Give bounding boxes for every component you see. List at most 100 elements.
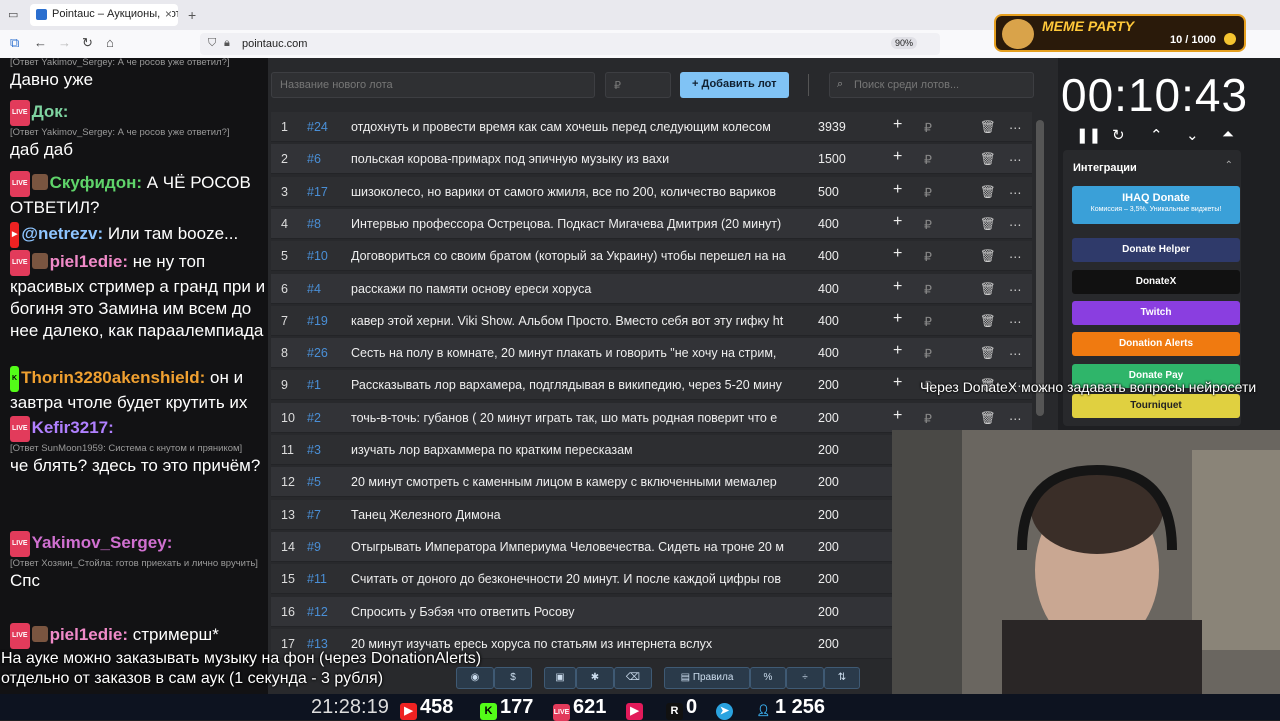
lot-row[interactable]: 8 #26 Сесть на полу в комнате, 20 минут пл…	[271, 338, 1032, 369]
lot-name[interactable]: кавер этой херни. Viki Show. Альбом Прос…	[351, 314, 791, 328]
shield-icon[interactable]: ⛉	[208, 37, 216, 50]
percent-icon[interactable]: %	[750, 667, 786, 689]
reload-icon[interactable]: ↻	[82, 35, 93, 51]
more-icon[interactable]: ⋯	[1009, 314, 1022, 329]
delete-icon[interactable]: 🗑︎	[980, 185, 996, 200]
lot-cost-input[interactable]: ₽	[605, 72, 671, 98]
back-icon[interactable]: ←	[34, 35, 47, 50]
lot-amount[interactable]: 200	[818, 443, 878, 457]
lot-name[interactable]: Договориться со своим братом (который за…	[351, 249, 791, 263]
add-amount-icon[interactable]: +	[893, 245, 902, 263]
lot-amount[interactable]: 400	[818, 346, 878, 360]
lot-name[interactable]: 20 минут смотреть с каменным лицом в кам…	[351, 475, 791, 489]
delete-icon[interactable]: 🗑︎	[980, 314, 996, 329]
double-up-icon[interactable]: ⏶	[1222, 126, 1234, 143]
lot-name[interactable]: Сесть на полу в комнате, 20 минут плакат…	[351, 346, 791, 360]
lot-name[interactable]: Считать от доного до безконечности 20 ми…	[351, 572, 791, 586]
twitch-button[interactable]: Twitch	[1072, 301, 1240, 325]
add-amount-icon[interactable]: +	[893, 310, 902, 328]
lot-amount[interactable]: 200	[818, 508, 878, 522]
address-bar[interactable]: ⛉ 🔒︎ pointauc.com	[200, 33, 940, 55]
lot-list-scrollbar[interactable]	[1036, 120, 1044, 416]
dollar-icon[interactable]: $	[494, 667, 532, 689]
restart-icon[interactable]: ↻	[1112, 126, 1125, 144]
add-amount-icon[interactable]: +	[893, 181, 902, 199]
chevron-up-icon[interactable]: ⌃	[1150, 126, 1163, 144]
zoom-level[interactable]: 90%	[891, 37, 918, 49]
split-icon[interactable]: ÷	[786, 667, 824, 689]
delete-icon[interactable]: 🗑︎	[980, 249, 996, 264]
lot-amount[interactable]: 200	[818, 637, 878, 651]
lot-amount[interactable]: 400	[818, 217, 878, 231]
bug-icon[interactable]: ✱	[576, 667, 614, 689]
lot-amount[interactable]: 1500	[818, 152, 878, 166]
donation-alerts-button[interactable]: Donation Alerts	[1072, 332, 1240, 356]
delete-icon[interactable]: 🗑︎	[980, 217, 996, 232]
lot-name[interactable]: Танец Железного Димона	[351, 508, 791, 522]
lot-name[interactable]: точь-в-точь: губанов ( 20 минут играть т…	[351, 411, 791, 425]
clear-icon[interactable]: ⌫	[614, 667, 652, 689]
chevron-down-icon[interactable]: ⌄	[1186, 126, 1199, 144]
github-icon[interactable]: ◉	[456, 667, 494, 689]
lock-icon[interactable]: 🔒︎	[224, 37, 230, 50]
delete-icon[interactable]: 🗑︎	[980, 411, 996, 426]
lot-name[interactable]: Рассказывать лор вархамера, подглядывая …	[351, 378, 791, 392]
tourniquet-button[interactable]: Tourniquet	[1072, 394, 1240, 418]
sort-icon[interactable]: ⇅	[824, 667, 860, 689]
more-icon[interactable]: ⋯	[1009, 217, 1022, 232]
lot-amount[interactable]: 400	[818, 282, 878, 296]
lot-amount[interactable]: 200	[818, 572, 878, 586]
lot-row[interactable]: 3 #17 шизоколесо, но варики от самого жмил…	[271, 176, 1032, 207]
lot-name[interactable]: Интервью профессора Острецова. Подкаст М…	[351, 217, 791, 231]
save-icon[interactable]: ▣	[544, 667, 576, 689]
lot-name[interactable]: Спросить у Бэбэя что ответить Росову	[351, 605, 791, 619]
forward-icon[interactable]: →	[58, 35, 71, 50]
ihaq-donate-button[interactable]: IHAQ Donate Комиссия – 3,5%. Уникальные …	[1072, 186, 1240, 224]
lot-row[interactable]: 1 #24 отдохнуть и провести время как сам х…	[271, 112, 1032, 142]
lot-name[interactable]: шизоколесо, но варики от самого жмиля, в…	[351, 185, 791, 199]
sidebar-icon[interactable]: ⧉	[10, 35, 19, 51]
close-tab-icon[interactable]: ×	[161, 7, 172, 21]
lot-row[interactable]: 5 #10 Договориться со своим братом (которы…	[271, 241, 1032, 272]
browser-tab[interactable]: Pointauc – Аукционы, лотереи ×	[30, 4, 178, 26]
donate-helper-button[interactable]: Donate Helper	[1072, 238, 1240, 262]
add-amount-icon[interactable]: +	[893, 407, 902, 425]
donatex-button[interactable]: DonateX	[1072, 270, 1240, 294]
lot-name[interactable]: расскажи по памяти основу ереси хоруса	[351, 282, 791, 296]
lot-amount[interactable]: 200	[818, 540, 878, 554]
lot-name[interactable]: отдохнуть и провести время как сам хочеш…	[351, 120, 791, 134]
add-amount-icon[interactable]: +	[893, 116, 902, 134]
more-icon[interactable]: ⋯	[1009, 346, 1022, 361]
lot-row[interactable]: 6 #4 расскажи по памяти основу ереси хорус…	[271, 273, 1032, 304]
lot-amount[interactable]: 400	[818, 249, 878, 263]
add-amount-icon[interactable]: +	[893, 213, 902, 231]
lot-row[interactable]: 9 #1 Рассказывать лор вархамера, подглядыв…	[271, 370, 1032, 401]
lot-amount[interactable]: 200	[818, 411, 878, 425]
lot-row[interactable]: 4 #8 Интервью профессора Острецова. Подкас…	[271, 208, 1032, 239]
lot-row[interactable]: 2 #6 польская корова-примарх под эпичную м…	[271, 144, 1032, 175]
lot-row[interactable]: 10 #2 точь-в-точь: губанов ( 20 минут игра…	[271, 402, 1032, 433]
more-icon[interactable]: ⋯	[1009, 249, 1022, 264]
chevron-up-icon[interactable]: ⌃	[1225, 160, 1233, 171]
lot-name[interactable]: изучать лор вархаммера по кратким переск…	[351, 443, 791, 457]
lot-search-input[interactable]: ⌕ Поиск среди лотов...	[829, 72, 1034, 98]
add-amount-icon[interactable]: +	[893, 148, 902, 166]
delete-icon[interactable]: 🗑︎	[980, 346, 996, 361]
lot-amount[interactable]: 3939	[818, 120, 878, 134]
delete-icon[interactable]: 🗑︎	[980, 282, 996, 297]
tab-list-icon[interactable]: ▭	[8, 8, 18, 21]
rules-button[interactable]: ▤ Правила	[664, 667, 750, 689]
lot-name[interactable]: польская корова-примарх под эпичную музы…	[351, 152, 791, 166]
more-icon[interactable]: ⋯	[1009, 120, 1022, 135]
lot-amount[interactable]: 200	[818, 475, 878, 489]
more-icon[interactable]: ⋯	[1009, 282, 1022, 297]
add-lot-button[interactable]: + Добавить лот	[680, 72, 789, 98]
more-icon[interactable]: ⋯	[1009, 185, 1022, 200]
add-amount-icon[interactable]: +	[893, 342, 902, 360]
add-amount-icon[interactable]: +	[893, 278, 902, 296]
new-lot-input[interactable]: Название нового лота	[271, 72, 595, 98]
lot-amount[interactable]: 200	[818, 378, 878, 392]
lot-row[interactable]: 7 #19 кавер этой херни. Viki Show. Альбом …	[271, 305, 1032, 336]
pause-icon[interactable]: ❚❚	[1076, 126, 1101, 144]
add-amount-icon[interactable]: +	[893, 374, 902, 392]
